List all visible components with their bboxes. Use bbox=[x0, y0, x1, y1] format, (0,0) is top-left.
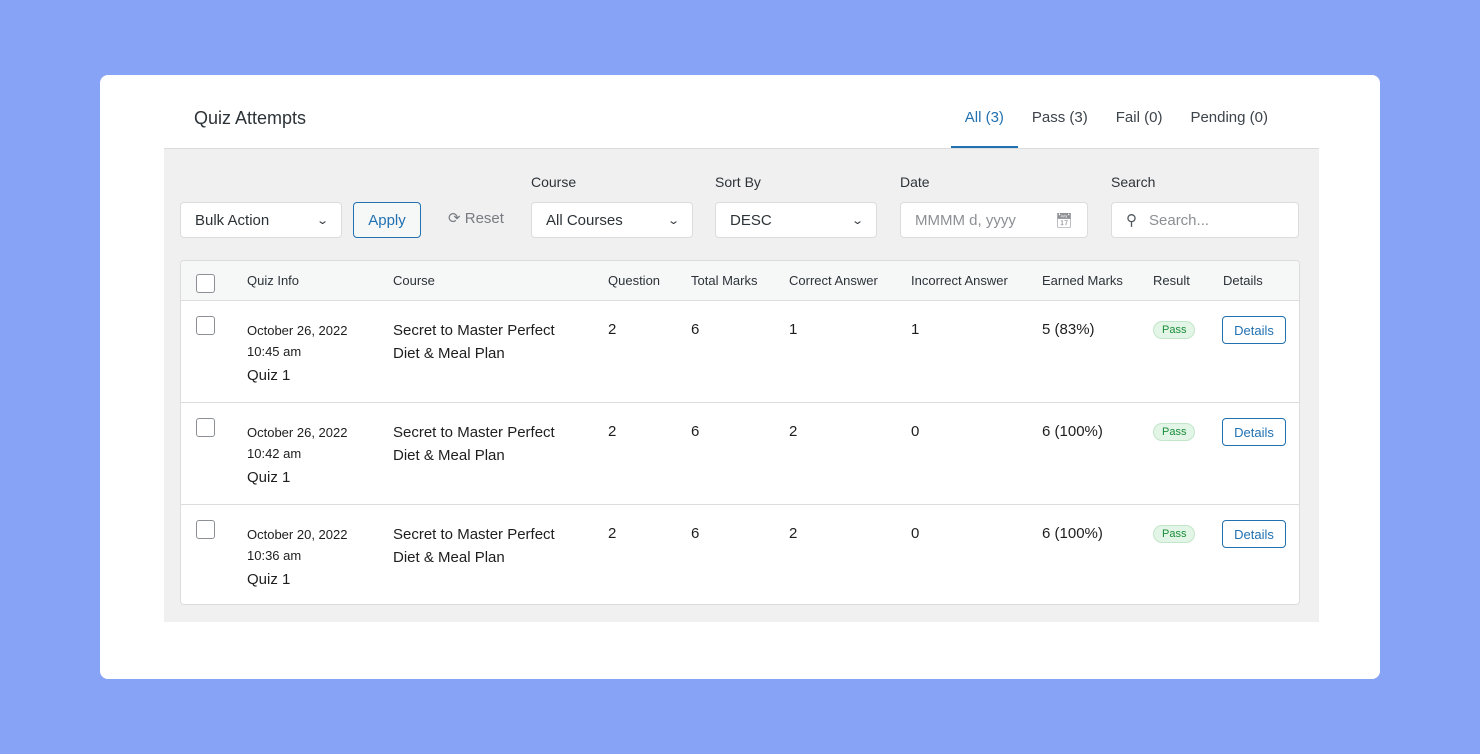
column-header: Total Marks bbox=[691, 273, 758, 288]
bulk-action-select[interactable]: Bulk Action ⌄ bbox=[180, 202, 342, 238]
sort-label: Sort By bbox=[715, 174, 761, 190]
quiz-name: Quiz 1 bbox=[247, 571, 291, 588]
details-button[interactable]: Details bbox=[1222, 316, 1286, 344]
date-placeholder: MMMM d, yyyy bbox=[915, 211, 1016, 229]
search-placeholder: Search... bbox=[1149, 211, 1210, 229]
attempt-time: 10:36 am bbox=[247, 548, 302, 563]
table-row: October 26, 2022 10:45 am Quiz 1 Secret t… bbox=[181, 301, 1299, 403]
attempt-datetime: October 26, 2022 10:45 am bbox=[247, 320, 347, 362]
filter-panel: Bulk Action ⌄ Apply ⟳ Reset Course All Co… bbox=[164, 148, 1319, 622]
quiz-attempts-table: Quiz Info Course Question Total Marks Co… bbox=[180, 260, 1300, 605]
course-label: Course bbox=[531, 174, 577, 190]
course-name: Secret to Master Perfect Diet & Meal Pla… bbox=[393, 424, 555, 464]
column-header: Details bbox=[1223, 273, 1263, 288]
bulk-action-value: Bulk Action bbox=[195, 211, 270, 229]
attempt-date: October 26, 2022 bbox=[247, 425, 348, 440]
date-label: Date bbox=[900, 174, 930, 190]
column-header: Result bbox=[1153, 273, 1190, 288]
course-name: Secret to Master Perfect Diet & Meal Pla… bbox=[393, 322, 555, 362]
chevron-down-icon: ⌄ bbox=[666, 214, 680, 227]
select-all-checkbox[interactable] bbox=[196, 274, 215, 293]
attempt-datetime: October 20, 2022 10:36 am bbox=[247, 524, 347, 566]
tab-pending[interactable]: Pending (0) bbox=[1176, 109, 1282, 148]
course-name: Secret to Master Perfect Diet & Meal Pla… bbox=[393, 526, 555, 566]
quiz-name: Quiz 1 bbox=[247, 469, 291, 486]
quiz-attempts-card: Quiz Attempts All (3) Pass (3) Fail (0) … bbox=[100, 75, 1380, 679]
sort-value: DESC bbox=[730, 211, 772, 229]
question-count: 2 bbox=[608, 525, 617, 542]
calendar-icon: 📅︎ bbox=[1055, 211, 1073, 228]
result-badge: Pass bbox=[1153, 423, 1196, 441]
incorrect-answers: 1 bbox=[911, 321, 920, 338]
question-count: 2 bbox=[608, 423, 617, 440]
row-checkbox[interactable] bbox=[196, 316, 215, 335]
attempt-time: 10:45 am bbox=[247, 344, 302, 359]
row-checkbox[interactable] bbox=[196, 418, 215, 437]
date-input[interactable]: MMMM d, yyyy 📅︎ bbox=[900, 202, 1088, 238]
question-count: 2 bbox=[608, 321, 617, 338]
attempt-time: 10:42 am bbox=[247, 446, 302, 461]
correct-answers: 1 bbox=[789, 321, 798, 338]
course-select[interactable]: All Courses ⌄ bbox=[531, 202, 693, 238]
table-row: October 20, 2022 10:36 am Quiz 1 Secret t… bbox=[181, 505, 1299, 604]
details-button[interactable]: Details bbox=[1222, 520, 1286, 548]
earned-marks: 6 (100%) bbox=[1042, 423, 1103, 440]
tab-pass[interactable]: Pass (3) bbox=[1018, 109, 1102, 148]
result-badge: Pass bbox=[1153, 321, 1196, 339]
column-header: Quiz Info bbox=[247, 273, 300, 288]
column-header: Earned Marks bbox=[1042, 273, 1123, 288]
column-header: Correct Answer bbox=[789, 273, 878, 288]
table-row: October 26, 2022 10:42 am Quiz 1 Secret t… bbox=[181, 403, 1299, 505]
correct-answers: 2 bbox=[789, 525, 798, 542]
attempt-date: October 20, 2022 bbox=[247, 527, 348, 542]
result-badge: Pass bbox=[1153, 525, 1196, 543]
search-input[interactable]: ⚲ Search... bbox=[1111, 202, 1299, 238]
search-label: Search bbox=[1111, 174, 1156, 190]
quiz-name: Quiz 1 bbox=[247, 367, 291, 384]
reset-button[interactable]: ⟳ Reset bbox=[448, 209, 504, 227]
sort-select[interactable]: DESC ⌄ bbox=[715, 202, 877, 238]
course-value: All Courses bbox=[546, 211, 623, 229]
row-checkbox[interactable] bbox=[196, 520, 215, 539]
details-button[interactable]: Details bbox=[1222, 418, 1286, 446]
correct-answers: 2 bbox=[789, 423, 798, 440]
tab-all[interactable]: All (3) bbox=[950, 109, 1019, 148]
total-marks: 6 bbox=[691, 321, 700, 338]
earned-marks: 6 (100%) bbox=[1042, 525, 1103, 542]
table-header: Quiz Info Course Question Total Marks Co… bbox=[181, 261, 1299, 301]
column-header: Course bbox=[393, 273, 435, 288]
attempt-datetime: October 26, 2022 10:42 am bbox=[247, 422, 347, 464]
chevron-down-icon: ⌄ bbox=[315, 214, 329, 227]
incorrect-answers: 0 bbox=[911, 423, 920, 440]
status-tabs: All (3) Pass (3) Fail (0) Pending (0) bbox=[950, 109, 1282, 148]
earned-marks: 5 (83%) bbox=[1042, 321, 1095, 338]
total-marks: 6 bbox=[691, 525, 700, 542]
column-header: Incorrect Answer bbox=[911, 273, 1008, 288]
page-title: Quiz Attempts bbox=[194, 108, 307, 128]
apply-button[interactable]: Apply bbox=[353, 202, 421, 238]
incorrect-answers: 0 bbox=[911, 525, 920, 542]
column-header: Question bbox=[608, 273, 661, 288]
attempt-date: October 26, 2022 bbox=[247, 323, 348, 338]
tab-fail[interactable]: Fail (0) bbox=[1102, 109, 1177, 148]
search-icon: ⚲ bbox=[1126, 212, 1137, 229]
chevron-down-icon: ⌄ bbox=[850, 214, 864, 227]
reset-label: Reset bbox=[464, 210, 504, 227]
refresh-icon: ⟳ bbox=[448, 210, 461, 227]
total-marks: 6 bbox=[691, 423, 700, 440]
